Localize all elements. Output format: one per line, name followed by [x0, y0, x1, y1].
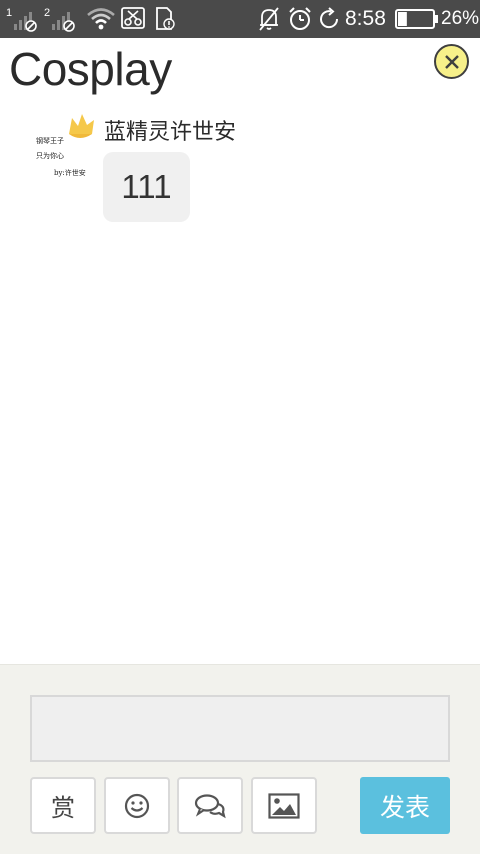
chat-bubbles-icon: [194, 793, 226, 818]
send-button[interactable]: 发表: [360, 777, 450, 834]
close-button[interactable]: [434, 44, 469, 79]
battery-charging-icon: [395, 0, 439, 38]
battery-percent: 26%: [441, 8, 480, 29]
wifi-icon: [86, 0, 116, 38]
message-input[interactable]: [30, 695, 450, 762]
emoji-button[interactable]: [104, 777, 170, 834]
message-bubble: 111: [103, 152, 190, 222]
signal-sim1-icon: 1: [6, 0, 40, 38]
scissors-icon: [121, 0, 147, 38]
status-bar: 1 2 8:58 26%: [0, 0, 480, 38]
avatar-text-line-1: 钢琴王子: [36, 137, 64, 145]
svg-text:2: 2: [44, 7, 50, 19]
page-title: Cosplay: [9, 43, 172, 95]
sync-icon: [317, 0, 341, 38]
image-icon: [268, 792, 300, 819]
username[interactable]: 蓝精灵许世安: [104, 114, 236, 146]
avatar-text-line-2: 只为你心: [36, 152, 64, 160]
sd-card-icon: [154, 0, 176, 38]
chat-message: 钢琴王子 只为你心 by:许世安 蓝精灵许世安 111: [0, 100, 480, 240]
avatar[interactable]: 钢琴王子 只为你心 by:许世安: [30, 108, 100, 188]
signal-sim2-icon: 2: [44, 0, 78, 38]
reward-button[interactable]: 赏: [30, 777, 96, 834]
crown-icon: [69, 114, 94, 138]
chat-button[interactable]: [177, 777, 243, 834]
send-label: 发表: [379, 792, 430, 822]
close-icon: [444, 54, 459, 69]
image-button[interactable]: [251, 777, 317, 834]
alarm-icon: [287, 0, 313, 38]
reward-label: 赏: [51, 794, 75, 822]
status-time: 8:58: [345, 7, 386, 30]
svg-text:1: 1: [6, 7, 12, 19]
smiley-icon: [124, 793, 150, 818]
header: Cosplay: [0, 38, 480, 100]
composer: 赏 发表: [0, 664, 480, 854]
mute-bell-icon: [257, 0, 281, 38]
avatar-text-line-3: by:许世安: [54, 169, 86, 177]
